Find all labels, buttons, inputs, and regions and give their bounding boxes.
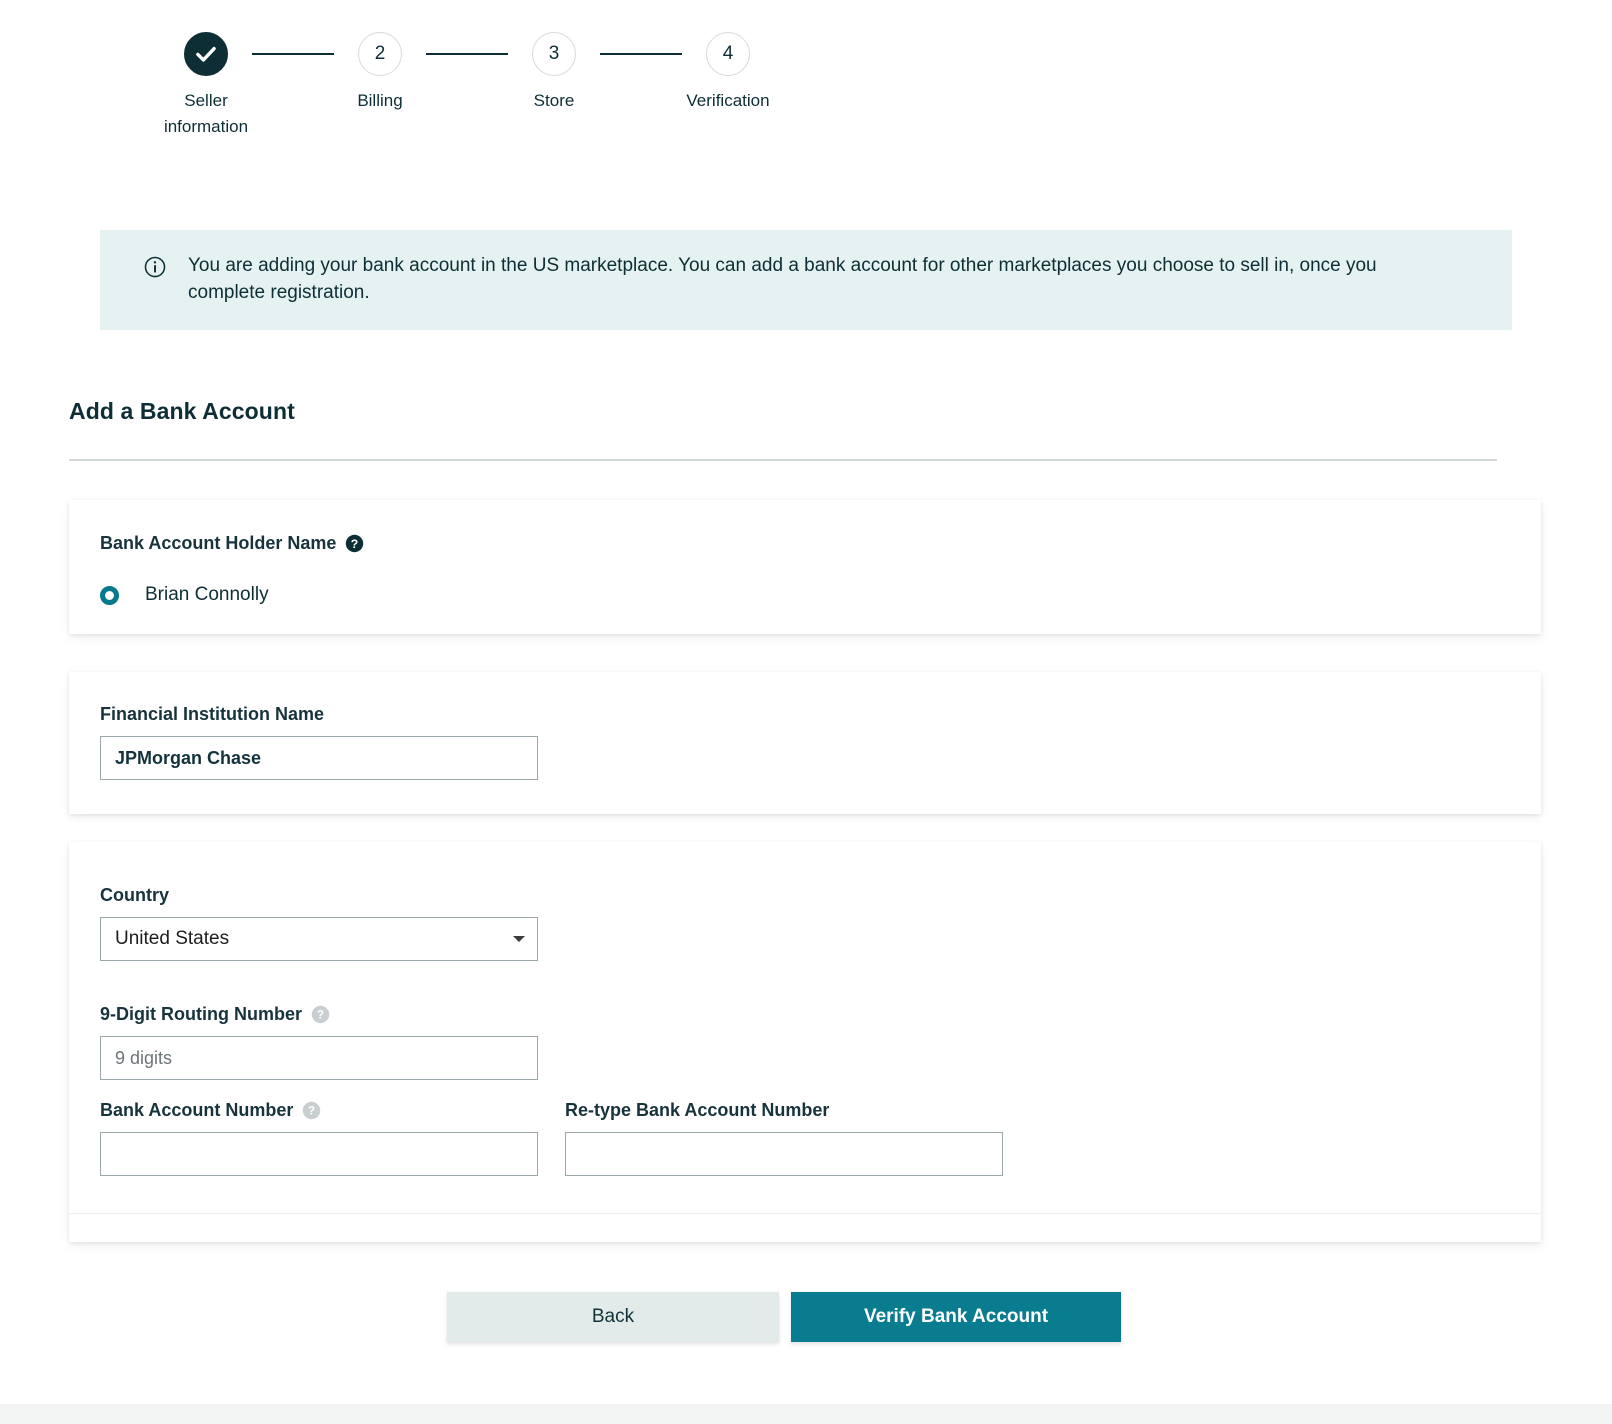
financial-institution-name-value: JPMorgan Chase: [115, 747, 262, 768]
step-2-label: Billing: [357, 91, 403, 110]
card-bottom-divider: [69, 1213, 1541, 1214]
country-select[interactable]: United States: [100, 917, 538, 961]
step-4-circle: 4: [706, 32, 750, 76]
country-selected-value: United States: [115, 928, 230, 949]
bank-account-details-card: Country United States 9-Digit Routing Nu…: [69, 842, 1541, 1242]
financial-institution-name-input[interactable]: JPMorgan Chase: [100, 736, 538, 780]
verify-bank-account-button-label: Verify Bank Account: [863, 1306, 1049, 1327]
bank-account-holder-card: Bank Account Holder Name ? Brian Connoll…: [69, 500, 1541, 634]
step-connector-2: [426, 53, 508, 55]
page-title: Add a Bank Account: [69, 398, 295, 424]
financial-institution-name-label: Financial Institution Name: [100, 704, 325, 724]
retype-bank-account-number-input[interactable]: [565, 1132, 1003, 1176]
bank-account-holder-name-label: Bank Account Holder Name ?: [100, 533, 364, 554]
step-3-label: Store: [533, 91, 575, 110]
chevron-down-icon: [513, 936, 525, 942]
svg-text:?: ?: [351, 537, 359, 551]
bank-account-number-input[interactable]: [100, 1132, 538, 1176]
step-4-number: 4: [722, 43, 734, 64]
routing-number-placeholder: 9 digits: [115, 1047, 173, 1068]
step-billing[interactable]: 2 Billing: [334, 32, 426, 114]
step-3-circle: 3: [532, 32, 576, 76]
step-3-number: 3: [548, 43, 560, 64]
info-banner-text: You are adding your bank account in the …: [188, 255, 1377, 303]
check-icon: [196, 46, 216, 62]
step-connector-1: [252, 53, 334, 55]
step-store[interactable]: 3 Store: [508, 32, 600, 114]
back-button[interactable]: Back: [447, 1292, 779, 1342]
info-banner: You are adding your bank account in the …: [100, 230, 1512, 330]
bank-account-number-label: Bank Account Number ?: [100, 1100, 321, 1121]
help-circle-filled-icon[interactable]: ?: [345, 534, 364, 553]
retype-bank-account-number-label: Re-type Bank Account Number: [565, 1100, 830, 1120]
radio-label-brian-connolly: Brian Connolly: [145, 584, 269, 605]
verify-bank-account-button[interactable]: Verify Bank Account: [791, 1292, 1121, 1342]
bottom-band: [0, 1404, 1612, 1424]
routing-number-input[interactable]: 9 digits: [100, 1036, 538, 1080]
country-label: Country: [100, 885, 169, 905]
back-button-label: Back: [591, 1306, 635, 1327]
step-4-label: Verification: [686, 91, 770, 110]
svg-text:?: ?: [317, 1008, 324, 1022]
help-circle-icon[interactable]: ?: [311, 1005, 330, 1024]
radio-brian-connolly[interactable]: [100, 585, 119, 605]
step-seller-information[interactable]: Seller information: [160, 32, 252, 140]
registration-page: Seller information 2 Billing 3 Store 4 V…: [0, 0, 1612, 1424]
step-connector-3: [600, 53, 682, 55]
svg-text:?: ?: [308, 1104, 315, 1118]
step-2-number: 2: [374, 43, 386, 64]
info-circle-icon: [144, 256, 166, 278]
title-divider: [69, 459, 1497, 461]
financial-institution-card: Financial Institution Name JPMorgan Chas…: [69, 672, 1541, 814]
step-2-circle: 2: [358, 32, 402, 76]
step-verification[interactable]: 4 Verification: [682, 32, 774, 114]
help-circle-icon[interactable]: ?: [302, 1101, 321, 1120]
step-1-circle: [184, 32, 228, 76]
routing-number-label: 9-Digit Routing Number ?: [100, 1004, 330, 1025]
progress-stepper: Seller information 2 Billing 3 Store 4 V…: [160, 32, 774, 140]
bank-account-holder-option[interactable]: Brian Connolly: [100, 584, 269, 606]
step-1-label: Seller information: [163, 91, 249, 136]
